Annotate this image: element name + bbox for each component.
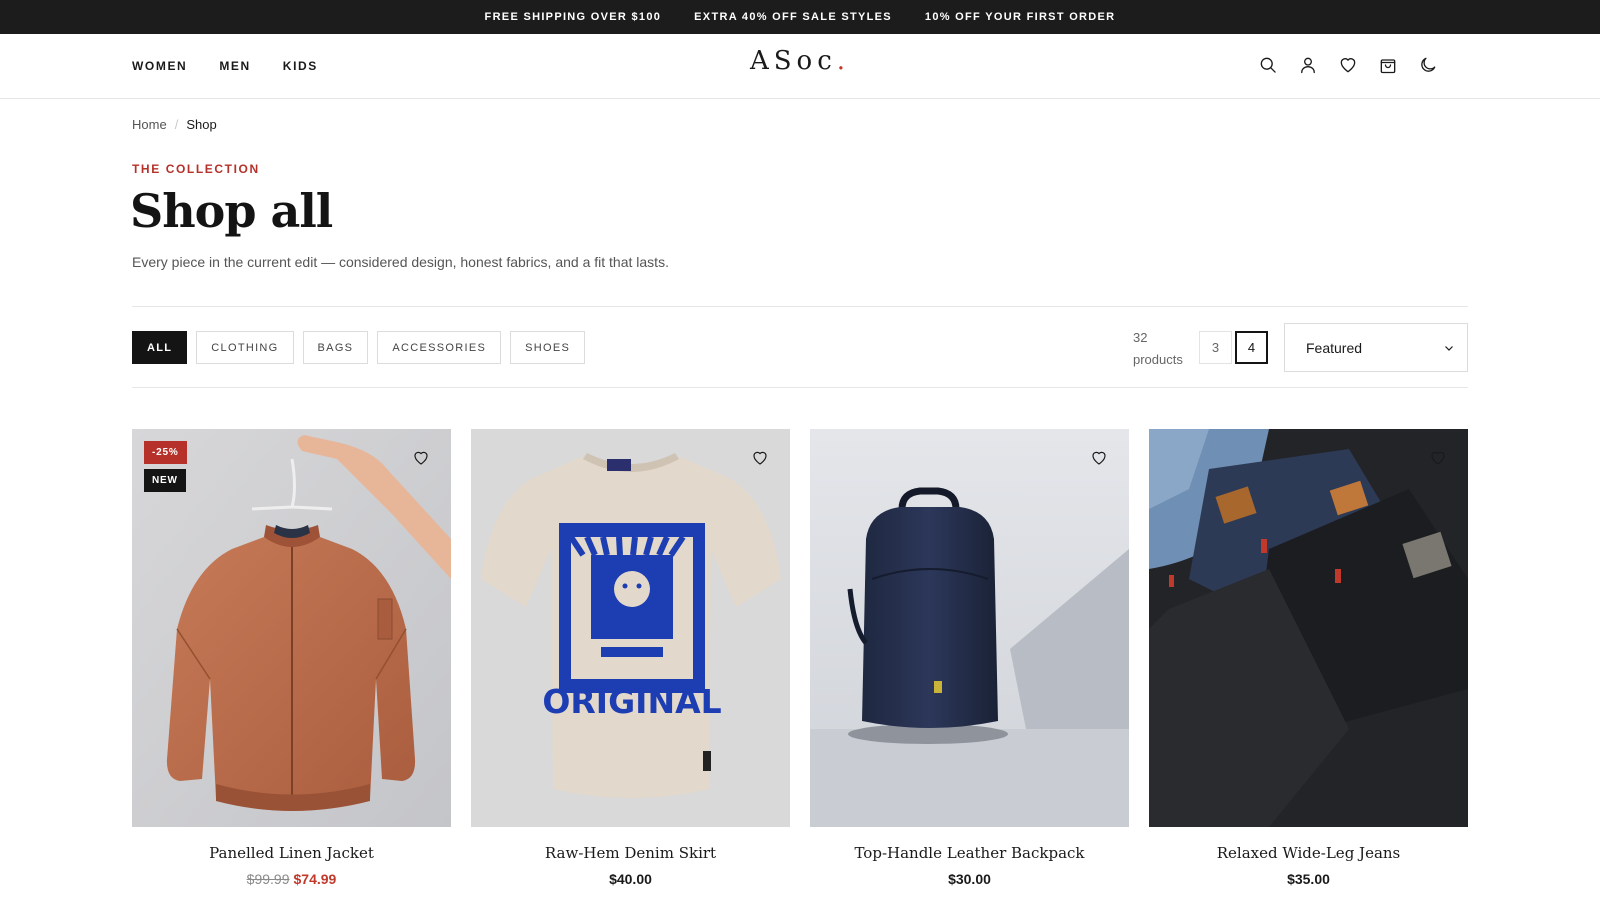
product-count-label: products [1133, 352, 1183, 367]
wishlist-icon[interactable] [1338, 55, 1358, 75]
chevron-down-icon [1445, 345, 1453, 351]
product-image[interactable]: -25% NEW [132, 429, 451, 827]
sort-select[interactable]: Featured [1284, 323, 1468, 372]
product-name[interactable]: Top-Handle Leather Backpack [810, 844, 1129, 862]
bag-icon[interactable] [1378, 55, 1398, 75]
filter-all[interactable]: ALL [132, 331, 188, 364]
product-card[interactable]: ORIGINAL Raw-Hem Denim Skirt $40.00 [471, 429, 790, 887]
announcement-item: 10% OFF YOUR FIRST ORDER [924, 11, 1116, 23]
breadcrumb: Home / Shop [132, 117, 217, 132]
product-price: $99.99 $74.99 [132, 871, 451, 887]
product-name[interactable]: Panelled Linen Jacket [132, 844, 451, 862]
wishlist-heart-icon[interactable] [1429, 449, 1447, 467]
columns-3-button[interactable]: 3 [1199, 331, 1232, 364]
product-image[interactable]: ORIGINAL [471, 429, 790, 827]
product-image[interactable] [810, 429, 1129, 827]
wishlist-heart-icon[interactable] [751, 449, 769, 467]
breadcrumb-separator: / [174, 117, 179, 132]
tshirt-print-text: ORIGINAL [542, 682, 721, 721]
announcement-bar: FREE SHIPPING OVER $100 EXTRA 40% OFF SA… [0, 0, 1600, 34]
logo-text: ASoc [749, 46, 837, 76]
product-count-number: 32 [1133, 330, 1148, 345]
columns-4-button[interactable]: 4 [1235, 331, 1268, 364]
page-title: Shop all [130, 184, 333, 238]
new-badge: NEW [144, 469, 186, 492]
product-name[interactable]: Relaxed Wide-Leg Jeans [1149, 844, 1468, 862]
site-header: WOMEN MEN KIDS ASoc. [0, 34, 1600, 99]
tshirt-image: ORIGINAL [471, 429, 790, 827]
logo-dot: . [836, 46, 851, 76]
sort-selected-value: Featured [1306, 339, 1363, 356]
product-price: $40.00 [609, 871, 652, 887]
header-icons [1258, 55, 1438, 75]
discount-badge: -25% [144, 441, 187, 464]
wishlist-heart-icon[interactable] [412, 449, 430, 467]
product-card[interactable]: Relaxed Wide-Leg Jeans $35.00 [1149, 429, 1468, 887]
collection-eyebrow: THE COLLECTION [132, 162, 260, 176]
search-icon[interactable] [1258, 55, 1278, 75]
product-card[interactable]: -25% NEW Panelled Linen Jacket $99.99 $74… [132, 429, 451, 887]
product-count: 32 products [1133, 327, 1183, 371]
jeans-image [1149, 429, 1468, 827]
wishlist-heart-icon[interactable] [1090, 449, 1108, 467]
dark-mode-icon[interactable] [1418, 55, 1438, 75]
filter-accessories[interactable]: ACCESSORIES [377, 331, 502, 364]
filter-bags[interactable]: BAGS [302, 331, 369, 364]
page-subtitle: Every piece in the current edit — consid… [132, 254, 669, 270]
backpack-image [810, 429, 1129, 827]
divider [132, 387, 1468, 388]
filter-shoes[interactable]: SHOES [510, 331, 586, 364]
announcement-item: EXTRA 40% OFF SALE STYLES [694, 11, 892, 23]
account-icon[interactable] [1298, 55, 1318, 75]
category-filters: ALL CLOTHING BAGS ACCESSORIES SHOES [132, 331, 586, 364]
breadcrumb-home[interactable]: Home [132, 117, 167, 132]
sale-price: $74.99 [293, 871, 337, 887]
product-name[interactable]: Raw-Hem Denim Skirt [471, 844, 790, 862]
product-price: $30.00 [948, 871, 991, 887]
original-price: $99.99 [246, 871, 290, 887]
announcement-item: FREE SHIPPING OVER $100 [484, 11, 662, 23]
product-card[interactable]: Top-Handle Leather Backpack $30.00 [810, 429, 1129, 887]
filter-clothing[interactable]: CLOTHING [196, 331, 294, 364]
divider [132, 306, 1468, 307]
grid-column-toggle: 3 4 [1199, 331, 1268, 364]
breadcrumb-current: Shop [186, 117, 217, 132]
product-image[interactable] [1149, 429, 1468, 827]
product-price: $35.00 [1287, 871, 1330, 887]
